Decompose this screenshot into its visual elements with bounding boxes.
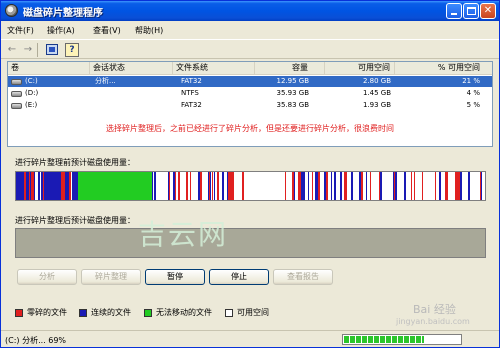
menu-view[interactable]: 查看(V) [93, 25, 121, 36]
hard-drive-icon [11, 91, 22, 97]
volume-list: 卷 会话状态 文件系统 容量 可用空间 % 可用空间 (C:) 分析... FA… [7, 61, 493, 147]
show-hide-console-icon[interactable] [46, 44, 58, 55]
analyze-button[interactable]: 分析 [17, 269, 77, 285]
volume-name: (E:) [25, 101, 38, 109]
toolbar-separator [37, 43, 38, 57]
hard-drive-icon [11, 79, 22, 85]
volume-capacity: 12.95 GB [276, 77, 310, 85]
disk-defrag-icon [5, 4, 18, 17]
legend-label: 无法移动的文件 [156, 308, 212, 317]
disk-cluster-block [482, 172, 485, 200]
legend-label: 连续的文件 [91, 308, 131, 317]
after-defrag-map [15, 228, 486, 258]
forward-arrow-icon[interactable]: → [21, 43, 35, 57]
volume-percent: 4 % [466, 89, 480, 97]
minimize-icon [451, 13, 457, 15]
header-volume[interactable]: 卷 [8, 62, 90, 75]
defragment-button[interactable]: 碎片整理 [81, 269, 141, 285]
help-icon[interactable]: ? [65, 43, 79, 57]
pause-button[interactable]: 暂停 [145, 269, 205, 285]
status-text: (C:) 分析... 69% [5, 336, 67, 345]
before-defrag-map [15, 171, 486, 201]
volume-free: 1.45 GB [362, 89, 391, 97]
before-map-label: 进行碎片整理前预计磁盘使用量： [15, 158, 135, 167]
toolbar: ← → ? [1, 39, 499, 59]
progress-fill [344, 336, 424, 343]
volume-free: 2.80 GB [362, 77, 391, 85]
volume-fs: FAT32 [181, 77, 202, 85]
menu-action[interactable]: 操作(A) [47, 25, 75, 36]
volume-status: 分析... [95, 77, 116, 85]
header-file-system[interactable]: 文件系统 [173, 62, 255, 75]
header-percent-free[interactable]: % 可用空间 [395, 62, 492, 75]
legend-swatch [144, 309, 152, 317]
header-capacity[interactable]: 容量 [255, 62, 325, 75]
volume-name: (C:) [25, 77, 38, 85]
volume-row-e[interactable]: (E:) FAT32 35.83 GB 1.93 GB 5 % [8, 100, 492, 111]
legend-swatch [79, 309, 87, 317]
baidu-url-watermark: jingyan.baidu.com [396, 317, 470, 326]
legend-label: 零碎的文件 [27, 308, 67, 317]
watermark-text: 吉云网 [138, 218, 229, 251]
volume-fs: NTFS [181, 89, 199, 97]
volume-name: (D:) [25, 89, 39, 97]
volume-row-c[interactable]: (C:) 分析... FAT32 12.95 GB 2.80 GB 21 % [8, 76, 492, 87]
legend-label: 可用空间 [237, 308, 269, 317]
volume-percent: 5 % [466, 101, 480, 109]
close-button[interactable]: ✕ [480, 3, 496, 19]
status-bar: (C:) 分析... 69% [1, 330, 499, 347]
back-arrow-icon[interactable]: ← [5, 43, 19, 57]
defrag-window: 磁盘碎片整理程序 ✕ 文件(F) 操作(A) 查看(V) 帮助(H) ← → ?… [0, 0, 500, 348]
header-session-status[interactable]: 会话状态 [90, 62, 173, 75]
after-map-label: 进行碎片整理后预计磁盘使用量： [15, 216, 135, 225]
disk-cluster-block [78, 172, 152, 200]
minimize-button[interactable] [446, 3, 462, 19]
stop-button[interactable]: 停止 [209, 269, 269, 285]
volume-percent: 21 % [462, 77, 480, 85]
volume-free: 1.93 GB [362, 101, 391, 109]
menu-file[interactable]: 文件(F) [7, 25, 34, 36]
legend-swatch [225, 309, 233, 317]
menu-bar: 文件(F) 操作(A) 查看(V) 帮助(H) [1, 21, 499, 39]
maximize-icon [467, 7, 476, 15]
title-bar[interactable]: 磁盘碎片整理程序 ✕ [1, 1, 499, 21]
volume-row-d[interactable]: (D:) NTFS 35.93 GB 1.45 GB 4 % [8, 88, 492, 99]
volume-capacity: 35.93 GB [276, 89, 310, 97]
window-title: 磁盘碎片整理程序 [23, 8, 103, 19]
menu-help[interactable]: 帮助(H) [135, 25, 163, 36]
view-report-button[interactable]: 查看报告 [273, 269, 333, 285]
maximize-button[interactable] [463, 3, 479, 19]
annotation-text: 选择碎片整理后，之前已经进行了碎片分析，但是还要进行碎片分析，很浪费时间 [106, 124, 394, 133]
volume-fs: FAT32 [181, 101, 202, 109]
analysis-progress-bar [342, 334, 462, 345]
hard-drive-icon [11, 103, 22, 109]
header-free-space[interactable]: 可用空间 [325, 62, 395, 75]
volume-capacity: 35.83 GB [276, 101, 310, 109]
volume-list-header: 卷 会话状态 文件系统 容量 可用空间 % 可用空间 [8, 62, 492, 75]
legend-swatch [15, 309, 23, 317]
baidu-watermark: Bai 经验 [413, 303, 456, 316]
